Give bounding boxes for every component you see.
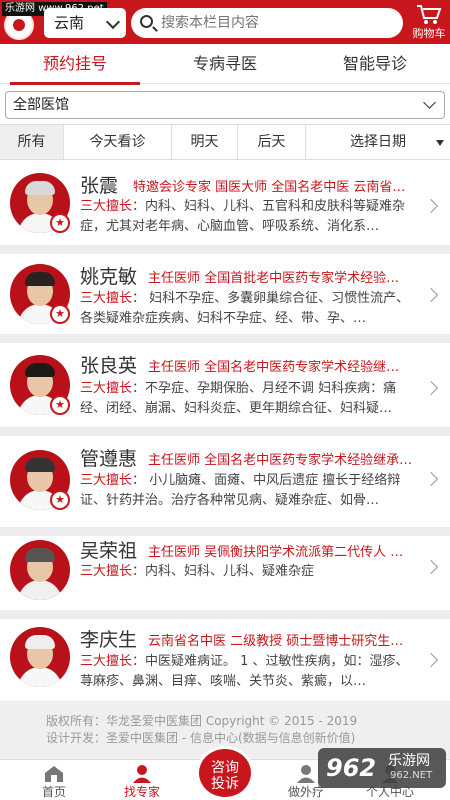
chevron-right-icon [423,559,439,575]
tab-appointment[interactable]: 预约挂号 [0,44,150,85]
doctor-avatar [10,540,70,600]
doctor-card[interactable]: 张良英 主任医师 全国名老中医药专家学术经验继… 三大擅长：不孕症、孕期保胎、月… [0,343,450,427]
doctor-name: 管遵惠 [80,448,138,470]
cart-button[interactable]: 购物车 [408,2,450,42]
expert-badge-icon [50,395,70,415]
region-select[interactable]: 云南 [44,8,126,38]
doctor-card[interactable]: 管遵惠 主任医师 全国名老中医药专家学术经验继承… 三大擅长： 小儿脑瘫、面瘫、… [0,436,450,527]
divider [0,527,450,536]
doctor-card[interactable]: 张震 特邀会诊专家 国医大师 全国名老中医 云南省… 三大擅长：内科、妇科、儿科… [0,161,450,245]
region-label: 云南 [54,14,85,32]
site-watermark: 962 乐游网 962.NET [318,748,446,788]
day-all[interactable]: 所有 [0,125,64,159]
watermark-url: 962.NET [390,770,433,781]
app-page: 乐游网 www.962.net 云南 购物车 预约挂号 专病寻医 智能导诊 全部… [0,0,450,800]
day-tomorrow[interactable]: 明天 [172,125,238,159]
chevron-right-icon [423,380,439,396]
caret-down-icon [436,140,444,146]
home-icon [45,766,63,782]
doctor-name: 李庆生 [80,629,138,651]
copyright-text: 版权所有：华龙圣爱中医集团 Copyright © 2015 - 2019 [46,714,358,728]
tab-disease-search[interactable]: 专病寻医 [150,44,300,84]
doctor-avatar [10,627,70,687]
cart-icon [417,5,442,24]
day-filter: 所有 今天看诊 明天 后天 选择日期 [0,124,450,160]
cart-label: 购物车 [412,27,446,40]
doctor-card[interactable]: 姚克敏 主任医师 全国首批老中医药专家学术经验… 三大擅长： 妇科不孕症、多囊卵… [0,254,450,334]
doctor-specialty: 三大擅长：不孕症、孕期保胎、月经不调 妇科疾病：痛经、闭经、崩漏、妇科炎症、更年… [80,381,397,416]
search-box[interactable] [131,8,403,38]
day-pick-date-label: 选择日期 [350,134,406,150]
expert-badge-icon [50,213,70,233]
developer-text: 设计开发：圣爱中医集团 - 信息中心(数据与信息创新价值) [46,731,356,745]
doctor-title: 主任医师 全国名老中医药专家学术经验继… [148,360,400,375]
main-tabs: 预约挂号 专病寻医 智能导诊 [0,44,450,85]
expert-badge-icon [50,304,70,324]
nav-find-expert-label: 找专家 [123,785,160,799]
doctor-title: 主任医师 吴佩衡扶阳学术流派第二代传人 … [148,545,404,560]
nav-find-expert[interactable]: 找专家 [112,760,172,800]
doctor-specialty: 三大擅长：内科、妇科、儿科、疑难杂症 [80,564,315,579]
divider [0,610,450,619]
doctor-specialty: 三大擅长： 小儿脑瘫、面瘫、中风后遗症 擅长于经络辩证、针药并治。治疗各种常见病… [80,473,401,508]
chevron-right-icon [423,287,439,303]
chevron-right-icon [423,471,439,487]
chevron-right-icon [423,198,439,214]
doctor-title: 主任医师 全国首批老中医药专家学术经验… [148,271,400,286]
search-input[interactable] [161,12,393,34]
hospital-select-value: 全部医馆 [13,97,69,113]
tab-smart-guide[interactable]: 智能导诊 [300,44,450,84]
nav-home[interactable]: 首页 [24,760,84,800]
doctor-card[interactable]: 李庆生 云南省名中医 二级教授 硕士暨博士研究生… 三大擅长：中医疑难病证。 1… [0,619,450,701]
doctor-name: 姚克敏 [80,266,138,288]
doctor-title: 云南省名中医 二级教授 硕士暨博士研究生… [148,634,404,649]
divider [0,334,450,343]
day-after-tomorrow[interactable]: 后天 [238,125,306,159]
search-icon [140,15,153,28]
day-pick-date[interactable]: 选择日期 [306,125,450,159]
chevron-right-icon [423,652,439,668]
header-bar: 乐游网 www.962.net 云南 购物车 [0,0,450,44]
doctor-specialty: 三大擅长： 妇科不孕症、多囊卵巢综合征、习惯性流产、各类疑难杂症疾病、妇科不孕症… [80,291,410,326]
divider [0,245,450,254]
doctor-specialty: 三大擅长：中医疑难病证。 1 、过敏性疾病，如：湿疹、荨麻疹、鼻渊、目痒、咳喘、… [80,654,409,689]
doctor-title: 主任医师 全国名老中医药专家学术经验继承… [148,453,413,468]
doctor-title: 特邀会诊专家 国医大师 全国名老中医 云南省… [133,180,406,195]
doctor-icon [133,765,151,783]
doctor-name: 张良英 [80,355,138,377]
doctor-specialty: 三大擅长：内科、妇科、儿科、五官科和皮肤科等疑难杂症，尤其对老年病、心脑血管、呼… [80,199,406,234]
watermark-name: 乐游网 [388,753,430,769]
doctor-card[interactable]: 吴荣祖 主任医师 吴佩衡扶阳学术流派第二代传人 … 三大擅长：内科、妇科、儿科、… [0,536,450,617]
watermark-brand: 962 [326,754,377,782]
chevron-down-icon [105,14,121,30]
expert-badge-icon [50,490,70,510]
divider [0,427,450,436]
chevron-down-icon [423,96,436,109]
nav-home-label: 首页 [41,785,66,799]
doctor-name: 张震 [80,175,119,197]
hospital-select[interactable]: 全部医馆 [5,91,445,119]
day-today[interactable]: 今天看诊 [64,125,172,159]
consult-label: 咨询 投诉 [211,760,239,792]
treatment-icon [297,765,315,783]
doctor-name: 吴荣祖 [80,540,138,562]
consult-button[interactable]: 咨询 投诉 [196,746,254,800]
